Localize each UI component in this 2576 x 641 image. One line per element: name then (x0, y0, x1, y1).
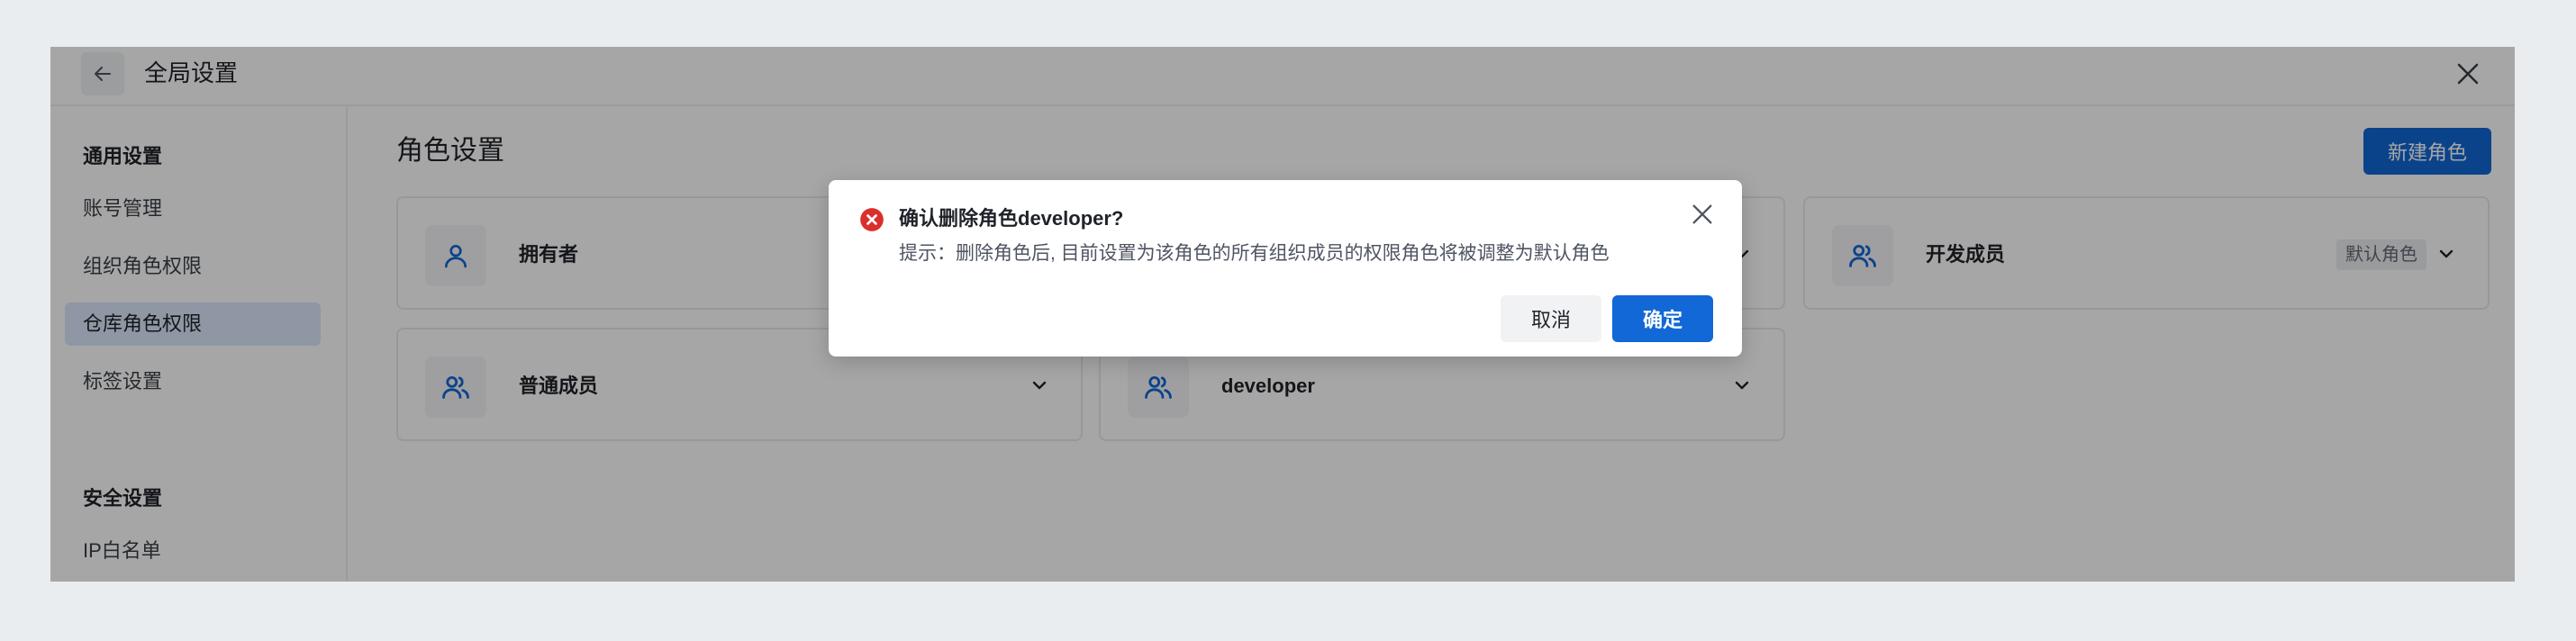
dialog-close-button[interactable] (1684, 196, 1720, 232)
error-icon (860, 208, 884, 231)
close-icon (1692, 204, 1712, 224)
dialog-message: 提示：删除角色后, 目前设置为该角色的所有组织成员的权限角色将被调整为默认角色 (899, 243, 1610, 264)
confirm-button[interactable]: 确定 (1612, 295, 1713, 342)
cancel-button[interactable]: 取消 (1501, 295, 1601, 342)
confirm-delete-dialog: 确认删除角色developer? 提示：删除角色后, 目前设置为该角色的所有组织… (829, 180, 1742, 357)
dialog-title: 确认删除角色developer? (899, 207, 1124, 230)
